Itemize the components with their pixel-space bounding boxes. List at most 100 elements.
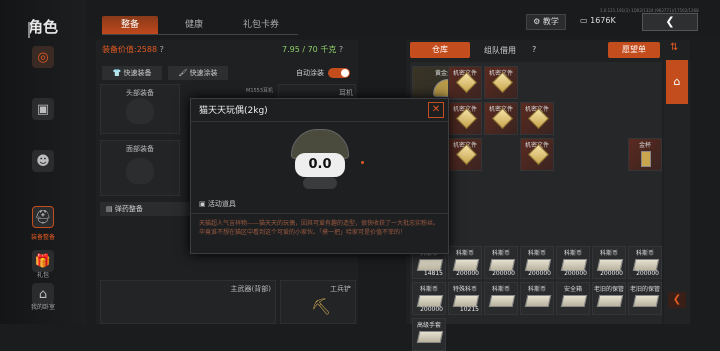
- money-qty: 200000: [420, 306, 443, 313]
- item-detail-modal: 猫天天玩偶(2kg) ✕ 0.0 ▣ 活动道具 天猫超人气吉祥物——猫天天的玩偶…: [190, 98, 449, 254]
- sidebar-item-person[interactable]: ☻: [32, 150, 54, 172]
- modal-title: 猫天天玩偶(2kg): [199, 106, 268, 116]
- money-item[interactable]: 高级手套: [412, 318, 446, 351]
- ear-tag: M1553耳机: [246, 88, 274, 94]
- modal-divider-2: [191, 213, 448, 214]
- money-qty: 10215: [459, 306, 479, 313]
- cube-icon: ▣: [36, 101, 50, 117]
- equip-weight: 7.95 / 70 千克 ?: [282, 45, 344, 54]
- money-item[interactable]: 科斯币 200000: [520, 246, 554, 279]
- money-item[interactable]: 科斯币: [520, 282, 554, 315]
- tab-equip[interactable]: 整备: [102, 16, 158, 34]
- inventory-item[interactable]: 机密文件: [484, 66, 518, 99]
- equip-value: 2588: [136, 45, 158, 54]
- auto-paint-label: 自动涂装: [296, 69, 324, 77]
- inventory-item[interactable]: 机密文件: [448, 138, 482, 171]
- money-item[interactable]: 科斯币 200000: [448, 246, 482, 279]
- sidebar-item-equip-label: 装备整备: [30, 234, 55, 241]
- close-button[interactable]: ✕: [428, 102, 444, 118]
- money-name: 老旧的保管: [594, 286, 624, 293]
- main-weapon-slot[interactable]: 主武器(背部): [100, 280, 276, 324]
- shovel-icon: ⛏: [311, 297, 332, 316]
- money-name: 科斯币: [491, 286, 510, 293]
- tool-slot[interactable]: 工兵铲 ⛏: [280, 280, 356, 324]
- auto-paint-toggle[interactable]: [328, 68, 350, 78]
- face-slot[interactable]: 面部装备: [100, 140, 180, 196]
- money-item[interactable]: 科斯币 200000: [556, 246, 590, 279]
- chevron-left-icon: ❮: [672, 294, 682, 305]
- money-name: 科斯币: [635, 250, 654, 257]
- inventory-item[interactable]: 机密文件: [520, 102, 554, 135]
- banknote-icon: [524, 295, 552, 307]
- helmet-icon: ⛑: [34, 209, 52, 225]
- sidebar-item-target[interactable]: ◎: [32, 46, 54, 68]
- tab-team-borrow[interactable]: 组队借用: [484, 45, 516, 56]
- money-name: 科斯币: [491, 250, 510, 257]
- page-title: 角色: [28, 18, 59, 36]
- money-qty: 200000: [636, 270, 659, 277]
- head-slot[interactable]: 头部装备: [100, 84, 180, 134]
- quick-equip-button[interactable]: 👕 快速装备: [102, 66, 162, 80]
- money-qty: 200000: [492, 270, 515, 277]
- money-name: 科斯币: [527, 286, 546, 293]
- close-icon: ✕: [431, 104, 441, 115]
- money-item[interactable]: 安全箱: [556, 282, 590, 315]
- money-qty: 200000: [564, 270, 587, 277]
- item-tag: ▣ 活动道具: [199, 200, 236, 208]
- teach-button[interactable]: ⚙ 教学: [526, 14, 566, 30]
- target-icon: ◎: [37, 49, 49, 65]
- sidebar-item-cube[interactable]: ▣: [32, 98, 54, 120]
- equip-value-label: 装备价值:2588 ?: [102, 45, 164, 54]
- teach-icon: ⚙: [533, 17, 541, 26]
- sort-icon[interactable]: ⇅: [670, 42, 678, 53]
- money-name: 老旧的保管: [630, 286, 660, 293]
- top-bar: 整备 健康 礼包卡券 1.0.121.191(1) 1Q02/1324 (962…: [86, 0, 720, 38]
- inventory-item[interactable]: 机密文件: [520, 138, 554, 171]
- tab-gift-cards[interactable]: 礼包卡券: [226, 16, 296, 34]
- inventory-item[interactable]: 金杯: [628, 138, 662, 171]
- person-icon: ☻: [36, 153, 50, 169]
- currency-display: ▭ 1676K: [580, 16, 616, 25]
- money-name: 科斯币: [455, 250, 474, 257]
- money-item[interactable]: 科斯币 200000: [592, 246, 626, 279]
- right-rail: ⌂ ❮: [664, 60, 690, 324]
- wishlist-button[interactable]: 愿望单: [608, 42, 660, 58]
- item-description: 天猫超人气吉祥物——猫天天的玩偶，因其可爱有趣的造型，很快收获了一大批忠实粉丝。…: [199, 220, 440, 236]
- back-button[interactable]: ❮: [642, 13, 698, 31]
- info-icon: ?: [159, 45, 164, 54]
- money-qty: 200000: [456, 270, 479, 277]
- money-item[interactable]: 特殊科币 10215: [448, 282, 482, 315]
- tab-warehouse[interactable]: 仓库: [410, 42, 470, 58]
- sidebar-item-equip[interactable]: ⛑: [32, 206, 54, 228]
- inventory-item[interactable]: 机密文件: [484, 102, 518, 135]
- money-item[interactable]: 科斯币: [484, 282, 518, 315]
- bed-icon: ⌂: [38, 286, 48, 302]
- sidebar: 角色 ◎ ▣ ☻ ⛑ 装备整备 🎁 礼包 ⌂ 我的卧室: [0, 0, 86, 324]
- money-item[interactable]: 老旧的保管: [628, 282, 662, 315]
- money-name: 高级手套: [416, 322, 441, 329]
- quick-paint-button[interactable]: 🖌 快速涂装: [168, 66, 228, 80]
- sidebar-item-bed-label: 我的卧室: [30, 304, 55, 311]
- collapse-button[interactable]: ❮: [668, 292, 686, 308]
- money-name: 科斯币: [527, 250, 546, 257]
- item-icon: [641, 151, 651, 167]
- sidebar-item-gift[interactable]: 🎁: [32, 250, 54, 272]
- inventory-item[interactable]: 机密文件: [448, 102, 482, 135]
- money-item[interactable]: 科斯币 200000: [628, 246, 662, 279]
- item-name: 金杯: [638, 142, 651, 149]
- red-dot-icon: [361, 161, 364, 164]
- home-icon: ⌂: [673, 75, 681, 88]
- currency-value: 1676K: [590, 16, 616, 25]
- money-item[interactable]: 科斯币 200000: [484, 246, 518, 279]
- tab-health[interactable]: 健康: [166, 16, 222, 34]
- home-button[interactable]: ⌂: [666, 60, 688, 104]
- info-icon[interactable]: ?: [532, 45, 536, 54]
- banknote-icon: [632, 295, 660, 307]
- ammo-icon: ▤: [106, 205, 113, 213]
- money-item[interactable]: 老旧的保管: [592, 282, 626, 315]
- inventory-item[interactable]: 机密文件: [448, 66, 482, 99]
- money-item[interactable]: 科斯币 200000: [412, 282, 446, 315]
- money-qty: 200000: [600, 270, 623, 277]
- toggle-knob: [341, 69, 349, 77]
- banknote-icon: [560, 295, 588, 307]
